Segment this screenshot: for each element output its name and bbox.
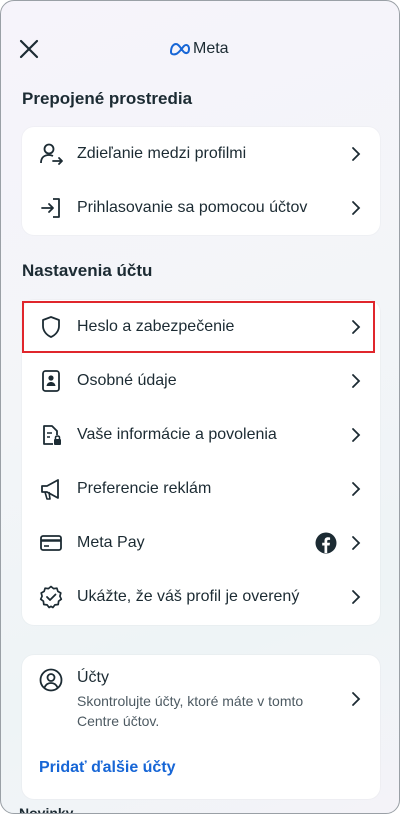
add-more-accounts-link[interactable]: Pridať ďalšie účty — [39, 759, 176, 777]
brand-name: Meta — [193, 40, 229, 57]
share-profiles-icon — [40, 143, 63, 165]
menu-item-label: Meta Pay — [77, 534, 145, 551]
megaphone-icon — [41, 479, 59, 500]
menu-item-your-information[interactable]: Vaše informácie a povolenia — [22, 408, 380, 462]
chevron-right-icon — [352, 147, 361, 161]
menu-item-label: Ukážte, že váš profil je overený — [77, 588, 300, 605]
menu-item-meta-pay[interactable]: Meta Pay — [22, 516, 380, 570]
menu-item-personal-details[interactable]: Osobné údaje — [22, 354, 380, 408]
menu-item-label: Zdieľanie medzi profilmi — [77, 145, 247, 162]
section-title-connected: Prepojené prostredia — [22, 89, 193, 108]
menu-item-verified-profile[interactable]: Ukážte, že váš profil je overený — [22, 570, 380, 624]
close-icon[interactable] — [17, 37, 41, 61]
accounts-row[interactable]: Účty Skontrolujte účty, ktoré máte v tom… — [22, 655, 380, 745]
login-arrow-icon — [41, 198, 60, 218]
credit-card-icon — [40, 535, 62, 551]
next-section-peek: Novinky — [19, 805, 74, 814]
verified-badge-icon — [39, 585, 63, 609]
document-lock-icon — [43, 425, 61, 445]
connected-card: Zdieľanie medzi profilmi Prihlasovanie s… — [22, 127, 380, 235]
meta-logo: Meta — [169, 39, 229, 59]
menu-item-label: Prihlasovanie sa pomocou účtov — [77, 199, 308, 216]
account-circle-icon — [39, 668, 63, 692]
accounts-card: Účty Skontrolujte účty, ktoré máte v tom… — [22, 655, 380, 799]
chevron-right-icon — [352, 536, 361, 550]
chevron-right-icon — [352, 201, 361, 215]
facebook-icon — [315, 532, 337, 554]
id-card-icon — [42, 370, 60, 392]
menu-item-profile-sharing[interactable]: Zdieľanie medzi profilmi — [22, 127, 380, 181]
accounts-center-panel: Meta Prepojené prostredia Zdieľanie medz… — [0, 0, 400, 814]
menu-item-ad-preferences[interactable]: Preferencie reklám — [22, 462, 380, 516]
accounts-title: Účty — [77, 669, 109, 686]
menu-item-label: Preferencie reklám — [77, 480, 212, 497]
menu-item-login-with-accounts[interactable]: Prihlasovanie sa pomocou účtov — [22, 181, 380, 235]
section-title-account-settings: Nastavenia účtu — [22, 261, 153, 280]
menu-item-label: Osobné údaje — [77, 372, 177, 389]
top-bar: Meta — [1, 27, 399, 71]
chevron-right-icon — [352, 590, 361, 604]
menu-item-label: Vaše informácie a povolenia — [77, 426, 277, 443]
chevron-right-icon — [352, 692, 361, 706]
selection-highlight — [22, 301, 375, 353]
chevron-right-icon — [352, 482, 361, 496]
meta-infinity-icon — [169, 42, 191, 56]
chevron-right-icon — [352, 374, 361, 388]
accounts-description: Skontrolujte účty, ktoré máte v tomto Ce… — [77, 693, 304, 729]
chevron-right-icon — [352, 428, 361, 442]
